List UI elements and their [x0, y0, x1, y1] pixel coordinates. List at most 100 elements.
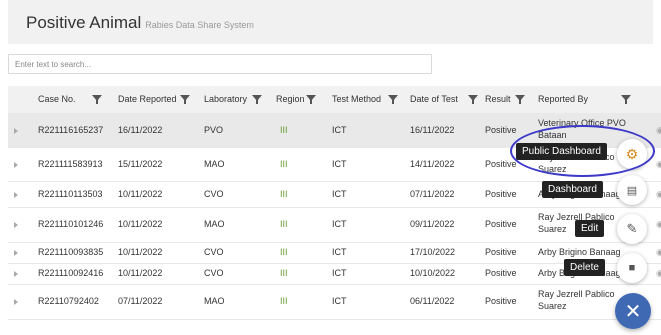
- cell-date-of-test: 09/11/2022: [410, 219, 455, 229]
- filter-icon[interactable]: [468, 95, 478, 104]
- filter-icon[interactable]: [515, 95, 525, 104]
- eye-icon[interactable]: ◉: [656, 268, 661, 279]
- column-label: Reported By: [538, 94, 589, 104]
- column-label: Region: [276, 94, 305, 104]
- cell-case-no: R221111583913: [38, 159, 103, 169]
- annotation-highlight-ellipse: [510, 125, 655, 177]
- cell-region: III: [280, 268, 288, 278]
- cell-region: III: [280, 159, 288, 169]
- cell-reported-by-line2: Suarez: [538, 301, 567, 311]
- cell-result: Positive: [485, 125, 517, 135]
- eye-icon[interactable]: ◉: [656, 125, 661, 136]
- table-row[interactable]: R221110101246 10/11/2022 MAO III ICT 09/…: [8, 207, 661, 243]
- grid-header: Case No. Date Reported Laboratory Region…: [8, 86, 661, 114]
- eye-icon[interactable]: ◉: [656, 189, 661, 200]
- cell-date-reported: 10/11/2022: [118, 247, 163, 257]
- delete-button[interactable]: ■: [617, 253, 647, 283]
- row-expand-icon[interactable]: [14, 250, 18, 256]
- page-title-text: Positive Animal: [26, 13, 142, 32]
- dashboard-button[interactable]: ▤: [617, 175, 647, 205]
- cell-case-no: R221110093835: [38, 247, 104, 257]
- column-label: Case No.: [38, 94, 76, 104]
- filter-icon[interactable]: [180, 95, 190, 104]
- search-input[interactable]: [8, 54, 432, 74]
- eye-icon[interactable]: ◉: [656, 159, 661, 170]
- filter-icon[interactable]: [306, 95, 316, 104]
- row-expand-icon[interactable]: [14, 128, 18, 134]
- page-subtitle: Rabies Data Share System: [145, 20, 254, 30]
- column-header-region[interactable]: Region: [276, 86, 316, 113]
- cell-reported-by: Ray Jezrell Pablico: [538, 289, 615, 299]
- delete-tooltip: Delete: [564, 259, 605, 276]
- cell-laboratory: MAO: [204, 296, 225, 306]
- column-label: Result: [485, 94, 511, 104]
- cell-date-of-test: 10/10/2022: [410, 268, 456, 278]
- cell-laboratory: PVO: [204, 125, 224, 135]
- column-header-laboratory[interactable]: Laboratory: [204, 86, 262, 113]
- cell-date-reported: 10/11/2022: [118, 189, 163, 199]
- data-grid: Case No. Date Reported Laboratory Region…: [8, 86, 661, 335]
- cell-test-method: ICT: [332, 247, 347, 257]
- column-header-date-reported[interactable]: Date Reported: [118, 86, 190, 113]
- cell-date-of-test: 06/11/2022: [410, 296, 455, 306]
- cell-date-of-test: 16/11/2022: [410, 125, 455, 135]
- cell-laboratory: CVO: [204, 189, 224, 199]
- eye-icon[interactable]: ◉: [656, 219, 661, 230]
- close-speed-dial-button[interactable]: ✕: [615, 293, 651, 329]
- page-title: Positive Animal Rabies Data Share System: [26, 13, 254, 33]
- cell-date-reported: 07/11/2022: [118, 296, 163, 306]
- column-label: Test Method: [332, 94, 382, 104]
- edit-button[interactable]: ✎: [617, 214, 647, 244]
- row-expand-icon[interactable]: [14, 192, 18, 198]
- column-label: Date of Test: [410, 94, 458, 104]
- cell-region: III: [280, 125, 288, 135]
- column-label: Laboratory: [204, 94, 248, 104]
- cell-date-reported: 10/11/2022: [118, 268, 163, 278]
- cell-laboratory: MAO: [204, 219, 225, 229]
- filter-icon[interactable]: [252, 95, 262, 104]
- cell-case-no: R221110101246: [38, 219, 104, 229]
- cell-date-of-test: 07/11/2022: [410, 189, 455, 199]
- column-header-result[interactable]: Result: [485, 86, 525, 113]
- cell-date-reported: 16/11/2022: [118, 125, 163, 135]
- filter-icon[interactable]: [388, 95, 398, 104]
- cell-date-of-test: 14/11/2022: [410, 159, 455, 169]
- column-header-date-of-test[interactable]: Date of Test: [410, 86, 478, 113]
- cell-result: Positive: [485, 219, 517, 229]
- eye-icon[interactable]: ◉: [656, 247, 661, 258]
- cell-result: Positive: [485, 159, 517, 169]
- cell-case-no: R22110792402: [38, 296, 99, 306]
- cell-result: Positive: [485, 268, 517, 278]
- cell-region: III: [280, 296, 288, 306]
- cell-date-of-test: 17/10/2022: [410, 247, 456, 257]
- cell-case-no: R221110092416: [38, 268, 104, 278]
- dashboard-tooltip: Dashboard: [542, 181, 603, 198]
- cell-region: III: [280, 189, 288, 199]
- cell-date-reported: 10/11/2022: [118, 219, 163, 229]
- row-expand-icon[interactable]: [14, 162, 18, 168]
- cell-test-method: ICT: [332, 296, 347, 306]
- cell-case-no: R221116165237: [38, 125, 104, 135]
- cell-case-no: R221110113503: [38, 189, 103, 199]
- pencil-icon: ✎: [626, 221, 638, 236]
- cell-test-method: ICT: [332, 159, 347, 169]
- table-row[interactable]: R22110792402 07/11/2022 MAO III ICT 06/1…: [8, 284, 661, 320]
- cell-date-reported: 15/11/2022: [118, 159, 163, 169]
- cell-test-method: ICT: [332, 219, 347, 229]
- column-header-reported-by[interactable]: Reported By: [538, 86, 631, 113]
- row-expand-icon[interactable]: [14, 271, 18, 277]
- close-icon: ✕: [624, 300, 642, 323]
- column-header-case-no[interactable]: Case No.: [38, 86, 102, 113]
- filter-icon[interactable]: [621, 95, 631, 104]
- cell-test-method: ICT: [332, 268, 347, 278]
- cell-test-method: ICT: [332, 125, 347, 135]
- cell-reported-by-line2: Suarez: [538, 224, 567, 234]
- filter-icon[interactable]: [92, 95, 102, 104]
- row-expand-icon[interactable]: [14, 222, 18, 228]
- column-header-test-method[interactable]: Test Method: [332, 86, 398, 113]
- row-expand-icon[interactable]: [14, 299, 18, 305]
- edit-tooltip: Edit: [575, 220, 605, 237]
- cell-laboratory: CVO: [204, 247, 224, 257]
- cell-region: III: [280, 247, 288, 257]
- cell-reported-by: Arby Brigino Banaag: [538, 247, 621, 257]
